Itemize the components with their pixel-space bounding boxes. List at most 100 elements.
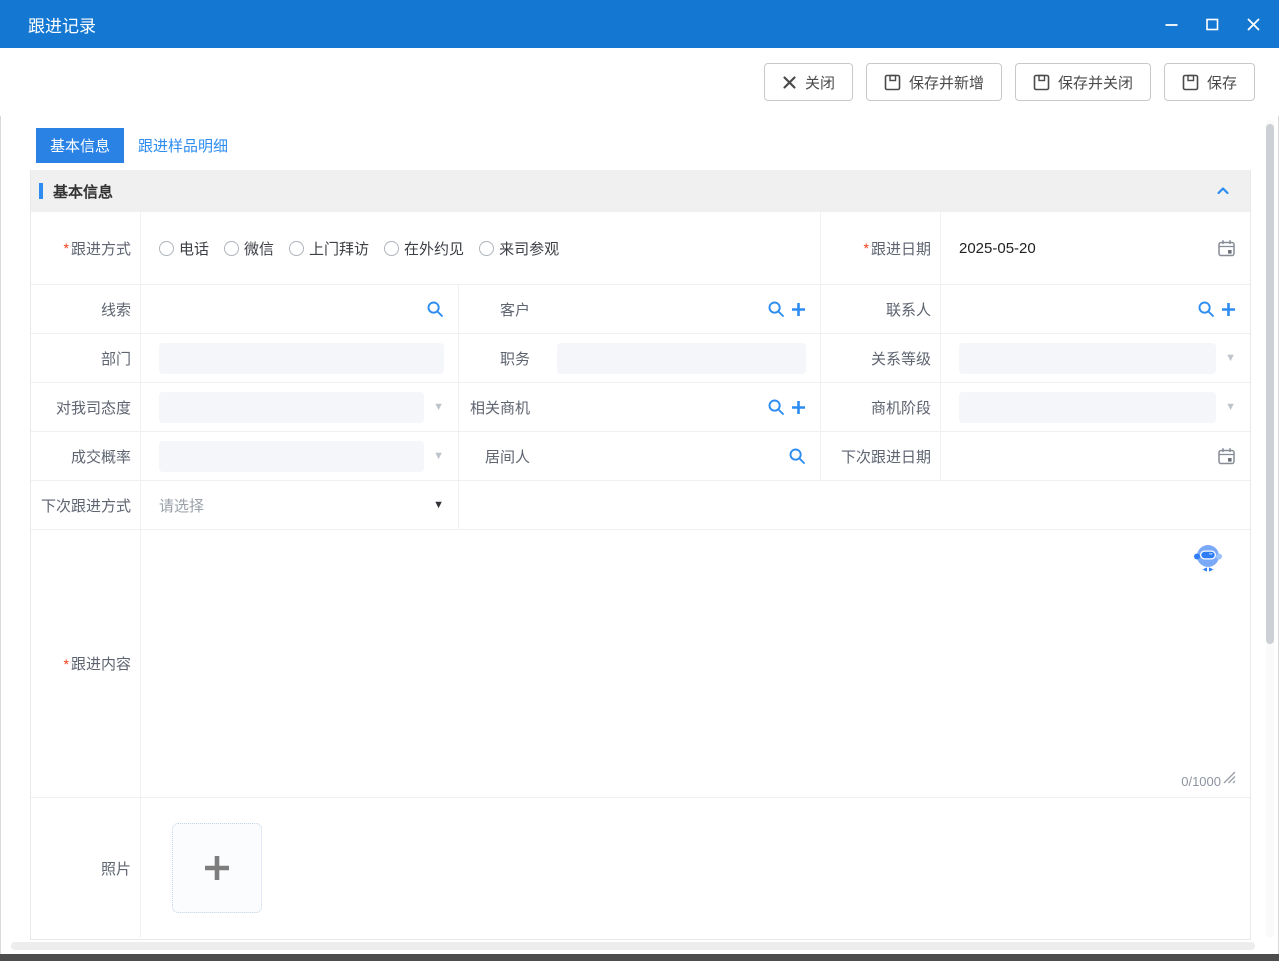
radio-company-visit[interactable]: 来司参观 — [479, 238, 559, 259]
search-icon[interactable] — [767, 398, 785, 416]
contact-field[interactable] — [941, 285, 1250, 333]
follow-method-label: * 跟进方式 — [31, 212, 141, 284]
radio-phone[interactable]: 电话 — [159, 238, 209, 259]
row-next-follow-method: 下次跟进方式 请选择 ▼ — [31, 481, 1250, 530]
radio-icon — [159, 240, 174, 256]
horizontal-scrollbar[interactable] — [11, 942, 1255, 950]
save-and-close-label: 保存并关闭 — [1057, 74, 1133, 92]
deal-probability-field: ▼ — [141, 432, 459, 480]
close-x-icon — [783, 75, 796, 89]
save-and-new-button[interactable]: 保存并新增 — [865, 63, 1002, 101]
section-header: 基本信息 — [31, 170, 1250, 212]
attitude-select — [159, 391, 425, 423]
calendar-icon[interactable] — [1217, 447, 1236, 466]
search-icon[interactable] — [426, 300, 444, 318]
next-follow-method-select[interactable]: 请选择 ▼ — [159, 495, 444, 516]
follow-method-label-text: 跟进方式 — [70, 240, 131, 258]
plus-icon — [205, 856, 229, 880]
ai-robot-icon[interactable] — [1192, 542, 1224, 581]
follow-date-value: 2025-05-20 — [959, 239, 1036, 257]
vertical-scrollbar-thumb[interactable] — [1266, 124, 1274, 644]
follow-content-label: * 跟进内容 — [31, 530, 141, 797]
opportunity-icons — [767, 398, 806, 416]
window-controls — [1164, 17, 1261, 32]
radio-visit[interactable]: 上门拜访 — [289, 238, 369, 259]
close-button[interactable]: 关闭 — [763, 63, 853, 101]
select-placeholder: 请选择 — [159, 497, 205, 515]
lead-field[interactable] — [141, 285, 459, 333]
title-bar: 跟进记录 — [0, 0, 1279, 48]
intermediary-field[interactable] — [539, 432, 821, 480]
position-input — [557, 342, 806, 374]
radio-phone-label: 电话 — [179, 240, 210, 258]
resize-grip-icon[interactable] — [1223, 771, 1236, 789]
row-department: 部门 职务 关系等级 ▼ — [31, 334, 1250, 383]
next-follow-date-field[interactable] — [941, 432, 1250, 480]
photo-field — [141, 798, 1250, 938]
row-attitude: 对我司态度 ▼ 相关商机 商机阶段 ▼ — [31, 383, 1250, 432]
next-follow-method-field[interactable]: 请选择 ▼ — [141, 481, 459, 529]
department-field — [141, 334, 459, 382]
form-panel: 基本信息 * 跟进方式 电话 微信 上门拜访 在外约见 来司参观 * 跟进日期 — [30, 170, 1251, 940]
radio-visit-label: 上门拜访 — [309, 240, 370, 258]
attitude-label: 对我司态度 — [31, 383, 141, 431]
tab-sample-detail[interactable]: 跟进样品明细 — [124, 128, 242, 163]
photo-upload-button[interactable] — [172, 823, 262, 913]
follow-content-textarea[interactable]: 0/1000 — [141, 530, 1250, 797]
customer-label: 客户 — [499, 301, 530, 319]
photo-label: 照片 — [31, 798, 141, 938]
tab-bar: 基本信息 跟进样品明细 — [36, 128, 242, 163]
radio-icon — [289, 240, 305, 256]
next-follow-date-label: 下次跟进日期 — [821, 432, 941, 480]
save-button[interactable]: 保存 — [1163, 63, 1255, 101]
save-and-new-label: 保存并新增 — [908, 74, 984, 92]
follow-date-label: * 跟进日期 — [821, 212, 941, 284]
row-follow-content: * 跟进内容 0/1000 — [31, 530, 1250, 798]
attitude-field: ▼ — [141, 383, 459, 431]
add-icon[interactable] — [791, 400, 806, 415]
save-and-close-button[interactable]: 保存并关闭 — [1014, 63, 1151, 101]
save-icon — [884, 74, 901, 90]
maximize-icon[interactable] — [1205, 17, 1220, 32]
customer-icons — [767, 300, 806, 318]
department-input — [159, 342, 444, 374]
contact-label: 联系人 — [821, 285, 941, 333]
deal-probability-label: 成交概率 — [31, 432, 141, 480]
close-icon[interactable] — [1246, 17, 1261, 32]
section-accent-bar — [39, 183, 43, 199]
follow-date-label-text: 跟进日期 — [870, 240, 931, 258]
opportunity-stage-label: 商机阶段 — [821, 383, 941, 431]
chevron-down-icon: ▼ — [433, 450, 444, 462]
dialog-window: 跟进记录 关闭 保存并新增 保存并关闭 保存 基本信息 跟进样品明细 基本信息 … — [0, 0, 1279, 961]
follow-date-field[interactable]: 2025-05-20 — [941, 212, 1250, 284]
save-icon — [1033, 74, 1050, 90]
add-icon[interactable] — [1221, 302, 1236, 317]
calendar-icon[interactable] — [1217, 239, 1236, 258]
toolbar: 关闭 保存并新增 保存并关闭 保存 — [0, 48, 1279, 116]
required-mark: * — [863, 240, 869, 256]
search-icon[interactable] — [788, 447, 806, 465]
intermediary-label: 居间人 — [484, 448, 530, 466]
search-icon[interactable] — [767, 300, 785, 318]
deal-probability-select — [159, 440, 425, 472]
chevron-down-icon: ▼ — [1225, 352, 1236, 364]
relation-level-field: ▼ — [941, 334, 1250, 382]
radio-company-visit-label: 来司参观 — [499, 240, 560, 258]
add-icon[interactable] — [791, 302, 806, 317]
opportunity-stage-select — [959, 391, 1217, 423]
save-icon — [1182, 74, 1199, 90]
radio-meet-outside-label: 在外约见 — [404, 240, 465, 258]
radio-wechat[interactable]: 微信 — [224, 238, 274, 259]
customer-field[interactable] — [539, 285, 821, 333]
close-button-label: 关闭 — [804, 74, 835, 92]
collapse-section-button[interactable] — [1214, 182, 1232, 200]
vertical-scrollbar[interactable] — [1266, 120, 1274, 938]
tab-basic-info[interactable]: 基本信息 — [36, 128, 125, 163]
minimize-icon[interactable] — [1164, 17, 1179, 32]
counter-area: 0/1000 — [1181, 771, 1236, 789]
radio-meet-outside[interactable]: 在外约见 — [384, 238, 464, 259]
row-photo: 照片 — [31, 798, 1250, 938]
opportunity-field[interactable] — [539, 383, 821, 431]
radio-icon — [479, 240, 495, 256]
search-icon[interactable] — [1197, 300, 1215, 318]
